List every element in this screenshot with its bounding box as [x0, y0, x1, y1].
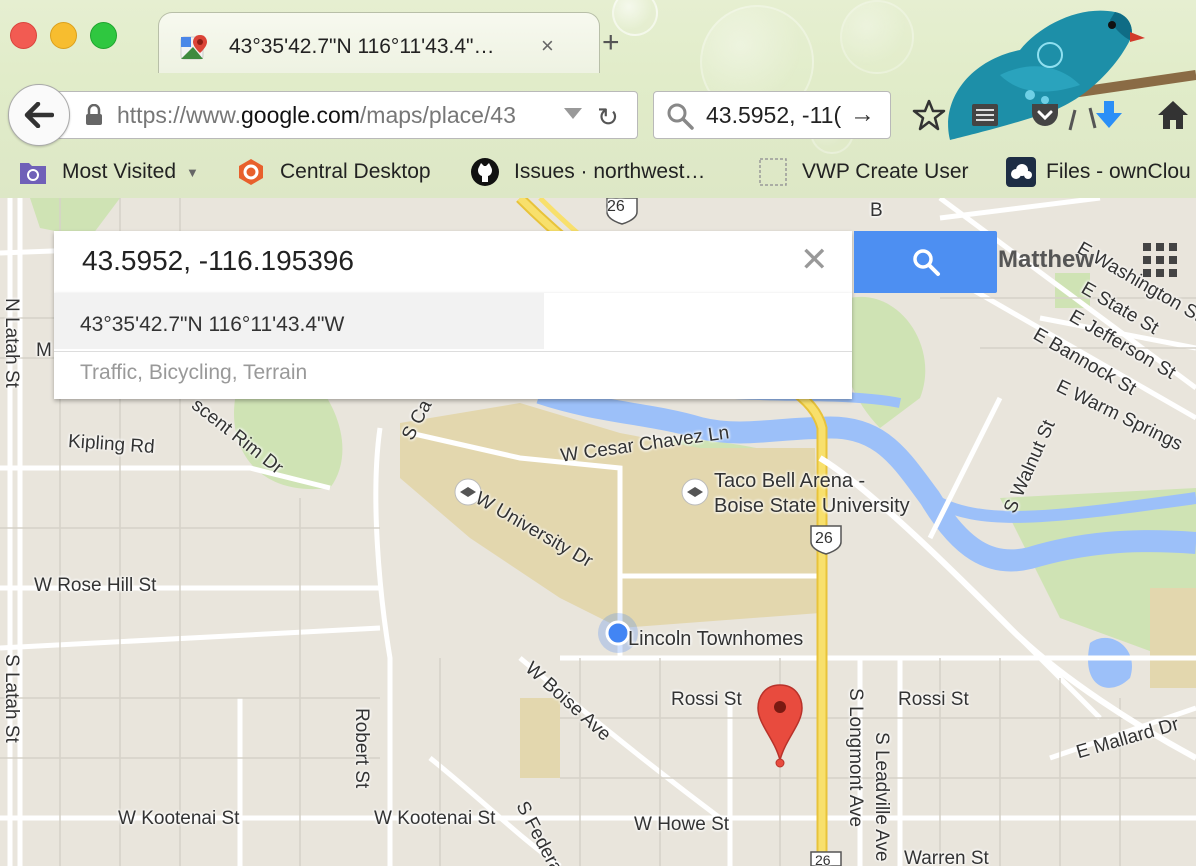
browser-tab-active[interactable]: 43°35'42.7"N 116°11'43.4"… × [158, 12, 600, 73]
github-icon [471, 158, 499, 186]
place-label-taco-bell-arena[interactable]: Taco Bell Arena - [714, 470, 865, 493]
street-label: M [36, 340, 52, 361]
lock-icon [86, 104, 102, 125]
browser-search-bar[interactable]: 43.5952, -11( → [653, 91, 891, 139]
arrow-left-icon [24, 102, 54, 128]
hwy-26-shield-label: 26 [607, 198, 625, 215]
place-label-lincoln-townhomes[interactable]: Lincoln Townhomes [628, 628, 803, 651]
home-icon[interactable] [1156, 98, 1190, 132]
url-text: https://www.google.com/maps/place/43 [117, 102, 516, 128]
back-button[interactable] [8, 84, 70, 146]
folder-gear-icon [20, 163, 46, 184]
hwy-26-shield-label: 26 [815, 852, 831, 866]
bookmark-label: Most Visited [62, 160, 176, 183]
street-label: N Latah St [1, 298, 22, 388]
window-maximize-button[interactable] [90, 22, 117, 49]
pocket-icon[interactable] [1028, 98, 1062, 132]
bookmark-label: Files - ownClou [1046, 160, 1191, 183]
street-label: Robert St [351, 708, 372, 789]
bookmark-central-desktop[interactable]: Central Desktop [236, 152, 431, 192]
browser-search-input[interactable]: 43.5952, -11( [706, 102, 856, 129]
clear-search-icon[interactable]: ✕ [800, 243, 829, 277]
bookmark-label: Issues · northwest… [514, 160, 706, 183]
apps-grid-icon[interactable] [1143, 243, 1177, 277]
bookmark-label: VWP Create User [802, 160, 969, 183]
url-history-dropdown-icon[interactable] [564, 108, 582, 119]
street-label: W Kootenai St [374, 808, 496, 829]
bookmark-most-visited[interactable]: Most Visited ▼ [18, 152, 199, 192]
blank-page-icon [759, 158, 787, 186]
account-name[interactable]: Matthew [998, 246, 1094, 274]
street-label: Rossi St [898, 689, 969, 710]
tab-title: 43°35'42.7"N 116°11'43.4"… [229, 35, 495, 58]
google-maps-favicon-icon [180, 35, 207, 60]
street-label: W Kootenai St [118, 808, 240, 829]
search-icon [667, 103, 694, 130]
street-label: S Longmont Ave [845, 688, 866, 828]
window-close-button[interactable] [10, 22, 37, 49]
suggestion-label: 43°35'42.7"N 116°11'43.4"W [80, 313, 345, 336]
suggestion-item[interactable]: 43°35'42.7"N 116°11'43.4"W [54, 293, 544, 349]
reload-icon[interactable]: ↻ [597, 102, 619, 133]
maps-search-button[interactable] [854, 231, 997, 293]
street-label: S Leadville Ave [871, 732, 892, 862]
street-label: W Rose Hill St [34, 575, 157, 596]
bookmark-vwp-create-user[interactable]: VWP Create User [758, 152, 969, 192]
bookmark-github-issues[interactable]: Issues · northwest… [470, 152, 705, 192]
search-icon [912, 249, 940, 276]
street-label: B [870, 200, 883, 221]
bookmarks-menu-icon[interactable] [968, 98, 1002, 132]
bookmark-star-icon[interactable] [912, 98, 946, 132]
window-minimize-button[interactable] [50, 22, 77, 49]
street-label: W Howe St [634, 814, 730, 835]
bookmark-label: Central Desktop [280, 160, 431, 183]
maps-search-input[interactable]: 43.5952, -116.195396 [82, 245, 354, 277]
bookmark-owncloud-files[interactable]: Files - ownClou [1006, 152, 1191, 192]
street-label: Rossi St [671, 689, 742, 710]
chevron-down-icon: ▼ [186, 164, 199, 180]
tab-close-button[interactable]: × [541, 33, 554, 59]
hwy-26-shield-label: 26 [815, 530, 833, 547]
maps-search-box[interactable]: 43.5952, -116.195396 ✕ [54, 231, 852, 293]
url-bar[interactable]: https://www.google.com/maps/place/43 ↻ [58, 91, 638, 139]
street-label: Warren St [904, 848, 989, 866]
search-suggestions: 43°35'42.7"N 116°11'43.4"W Traffic, Bicy… [54, 293, 852, 399]
search-go-icon[interactable]: → [850, 100, 875, 129]
divider [54, 351, 852, 352]
download-icon[interactable] [1092, 98, 1126, 132]
suggestion-layers-link[interactable]: Traffic, Bicycling, Terrain [80, 361, 307, 385]
place-label-boise-state[interactable]: Boise State University [714, 495, 910, 518]
central-desktop-icon [239, 159, 263, 185]
theme-bird-image [948, 10, 1196, 140]
street-label: S Latah St [1, 654, 22, 743]
new-tab-button[interactable]: + [602, 28, 620, 58]
owncloud-icon [1006, 157, 1036, 187]
